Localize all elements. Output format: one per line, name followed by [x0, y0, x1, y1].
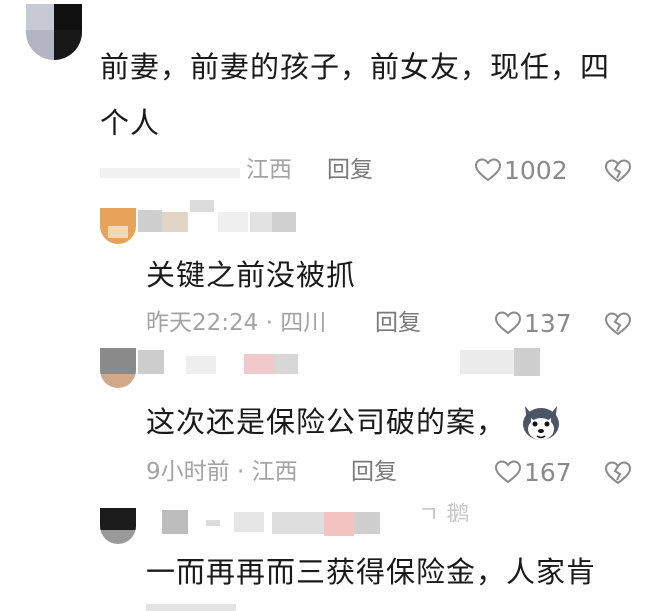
like-count: 1002	[504, 155, 568, 185]
avatar[interactable]	[100, 348, 136, 388]
username-blur	[162, 510, 188, 534]
broken-heart-icon[interactable]	[604, 460, 632, 490]
heart-outline-icon	[494, 459, 522, 485]
comment-text: 一而再再而三获得保险金，人家肯	[146, 555, 597, 589]
username-blur	[274, 354, 298, 374]
comment-time-location: 9小时前 · 江西	[146, 459, 298, 485]
username-blur	[354, 512, 380, 534]
username-blur	[460, 350, 514, 374]
username-blur	[100, 168, 240, 178]
username-blur	[244, 354, 274, 374]
username-blur	[190, 200, 214, 212]
like-count: 167	[524, 457, 572, 487]
avatar[interactable]	[100, 208, 136, 244]
comment-text: 这次还是保险公司破的案，	[146, 405, 507, 439]
heart-outline-icon	[494, 310, 522, 336]
comment-time-location: 昨天22:24 · 四川	[146, 310, 327, 336]
username-blur	[206, 520, 220, 526]
like-button[interactable]: 137	[494, 310, 572, 336]
comment-location: 江西	[246, 157, 292, 183]
like-count: 137	[524, 308, 572, 338]
heart-outline-icon	[474, 157, 502, 183]
username-blur	[186, 356, 216, 374]
broken-heart-icon[interactable]	[604, 158, 632, 188]
avatar[interactable]	[26, 4, 82, 60]
reply-button[interactable]: 回复	[375, 312, 421, 335]
username-blur	[324, 512, 354, 536]
username-blur	[138, 210, 162, 232]
username-partial: ㄱ 鹅	[418, 502, 470, 523]
comment-text: 关键之前没被抓	[146, 258, 357, 292]
avatar[interactable]	[100, 508, 136, 544]
cut-off-text	[146, 604, 236, 611]
username-blur	[272, 512, 324, 534]
comment-text-line-1: 前妻，前妻的孩子，前女友，现任，四	[100, 50, 611, 84]
comment-text-line-2: 个人	[100, 106, 161, 140]
broken-heart-icon[interactable]	[604, 311, 632, 341]
reply-button[interactable]: 回复	[351, 461, 397, 484]
username-blur	[514, 348, 540, 376]
username-blur	[272, 212, 296, 232]
like-button[interactable]: 1002	[474, 157, 568, 183]
username-blur	[234, 512, 264, 532]
username-blur	[162, 212, 188, 232]
husky-emoji-icon	[519, 402, 563, 448]
reply-button[interactable]: 回复	[327, 159, 373, 182]
username-blur	[250, 212, 272, 232]
username-blur	[218, 212, 248, 232]
username-blur	[138, 350, 164, 374]
like-button[interactable]: 167	[494, 459, 572, 485]
